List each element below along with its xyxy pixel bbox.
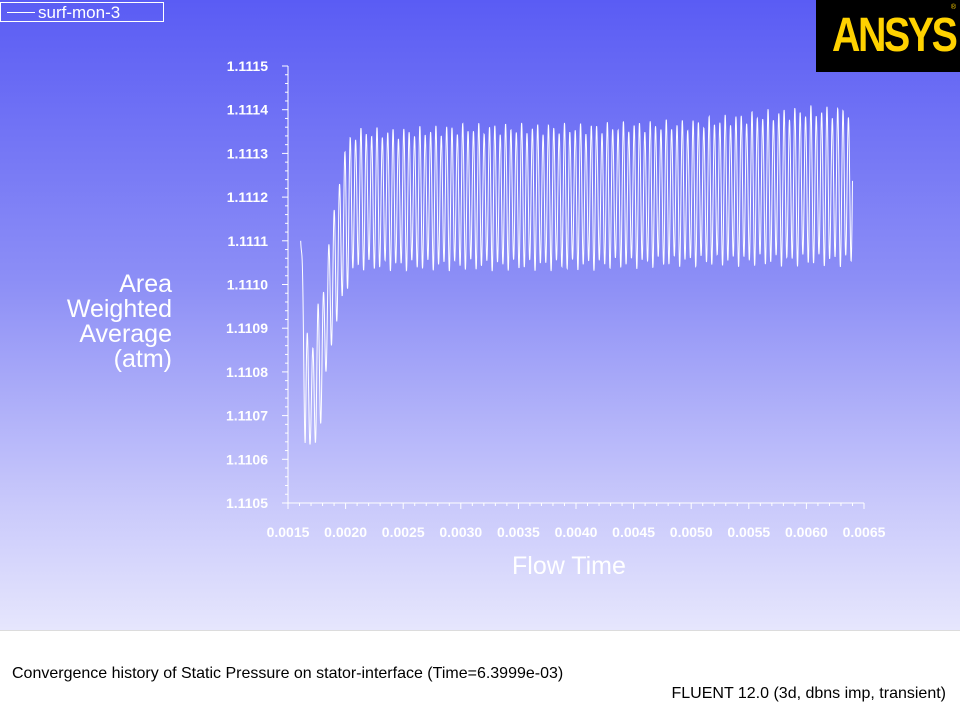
y-tick-label: 1.1107: [226, 408, 268, 424]
x-tick-label: 0.0015: [267, 524, 310, 540]
chart-svg: 1.1115 1.1114 1.1113 1.1112 1.1111 1.1110 1.11…: [226, 58, 886, 540]
x-tick-label: 0.0020: [324, 524, 367, 540]
x-tick-label: 0.0025: [382, 524, 425, 540]
y-tick-label: 1.1114: [227, 102, 268, 118]
y-tick-label: 1.1108: [226, 364, 268, 380]
y-tick-label: 1.1109: [226, 320, 268, 336]
ticks: 1.1115 1.1114 1.1113 1.1112 1.1111 1.1110 1.11…: [226, 58, 886, 540]
x-tick-label: 0.0045: [612, 524, 655, 540]
y-tick-label: 1.1112: [227, 189, 268, 205]
x-tick-label: 0.0065: [843, 524, 886, 540]
y-tick-label: 1.1106: [226, 451, 268, 467]
footer-caption: Convergence history of Static Pressure o…: [12, 665, 564, 682]
x-tick-label: 0.0030: [439, 524, 482, 540]
y-tick-label: 1.1105: [226, 495, 268, 511]
y-tick-label: 1.1110: [227, 277, 268, 293]
x-tick-label: 0.0055: [727, 524, 770, 540]
x-tick-label: 0.0050: [670, 524, 713, 540]
axes: [287, 66, 864, 504]
y-tick-label: 1.1111: [227, 233, 268, 249]
y-tick-label: 1.1113: [227, 145, 268, 161]
footer: Convergence history of Static Pressure o…: [0, 630, 960, 720]
y-tick-label: 1.1115: [227, 58, 268, 74]
x-tick-label: 0.0060: [785, 524, 828, 540]
plot-area: surf-mon-3 ANSYS ® Area Weighted Average (a…: [0, 0, 960, 630]
x-tick-label: 0.0040: [555, 524, 598, 540]
series-line-surf-mon-3: [300, 105, 853, 445]
x-tick-label: 0.0035: [497, 524, 540, 540]
footer-version: FLUENT 12.0 (3d, dbns imp, transient): [671, 685, 947, 702]
series-group: [300, 105, 853, 445]
